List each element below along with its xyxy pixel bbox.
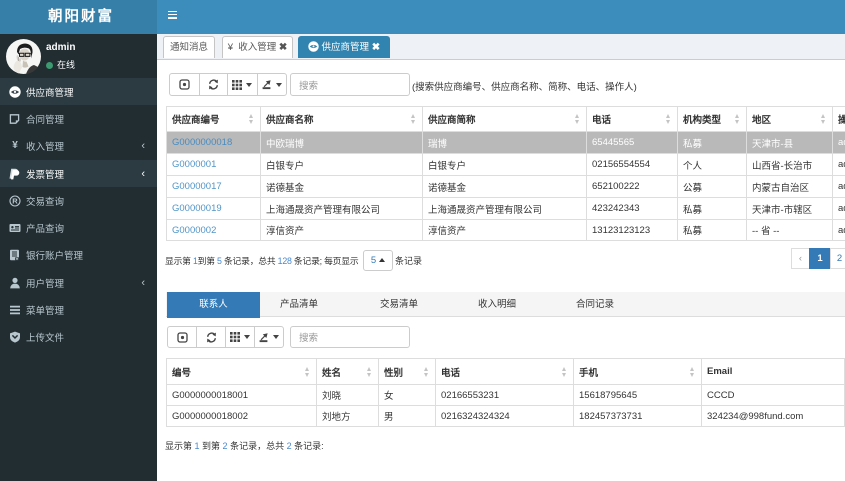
svg-text:R: R — [12, 196, 18, 205]
